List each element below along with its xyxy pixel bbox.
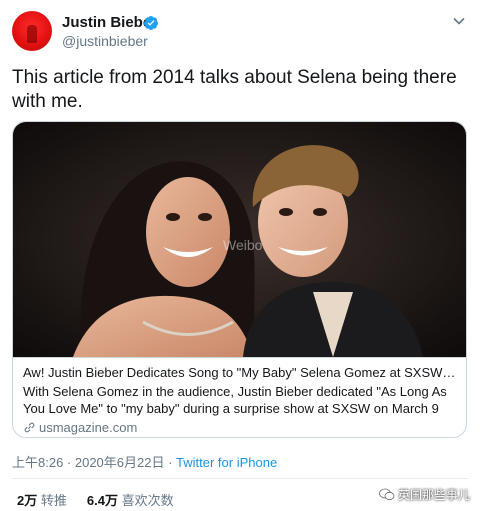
verified-badge-icon (143, 16, 158, 30)
chevron-down-icon[interactable] (452, 14, 466, 28)
wechat-icon (379, 488, 395, 501)
likes-label: 喜欢次数 (121, 493, 174, 508)
tweet-text: This article from 2014 talks about Selen… (12, 67, 457, 112)
watermark: 英国那些事儿 (379, 486, 470, 503)
link-card[interactable]: Weibo Aw! Justin Bieber Dedicates Song t… (12, 121, 467, 438)
watermark-text: 英国那些事儿 (397, 488, 470, 502)
likes-count: 6.4万 (86, 493, 118, 508)
tweet-meta: 上午8:26 · 2020年6月22日 · Twitter for iPhone (12, 452, 277, 471)
link-icon (24, 422, 35, 433)
retweets-stat[interactable]: 2万 转推 (17, 493, 67, 508)
card-domain: usmagazine.com (39, 420, 138, 435)
likes-stat[interactable]: 6.4万 喜欢次数 (87, 493, 174, 508)
card-domain-row[interactable]: usmagazine.com (23, 419, 456, 436)
card-image[interactable]: Weibo (13, 122, 466, 357)
tweet-timestamp[interactable]: 上午8:26 · 2020年6月22日 · (12, 455, 176, 470)
image-watermark: Weibo (223, 237, 263, 253)
card-body[interactable]: Aw! Justin Bieber Dedicates Song to "My … (13, 357, 466, 437)
tweet-source-link[interactable]: Twitter for iPhone (176, 455, 277, 470)
avatar-figure (27, 25, 37, 43)
avatar[interactable] (12, 11, 52, 51)
retweets-label: 转推 (40, 493, 67, 508)
author-handle[interactable]: @justinbieber (62, 33, 148, 49)
retweets-count: 2万 (17, 493, 38, 508)
card-title[interactable]: Aw! Justin Bieber Dedicates Song to "My … (23, 364, 456, 381)
card-description: With Selena Gomez in the audience, Justi… (23, 384, 447, 416)
tweet-stats: 2万 转推 6.4万 喜欢次数 (17, 490, 174, 509)
divider (12, 478, 468, 479)
